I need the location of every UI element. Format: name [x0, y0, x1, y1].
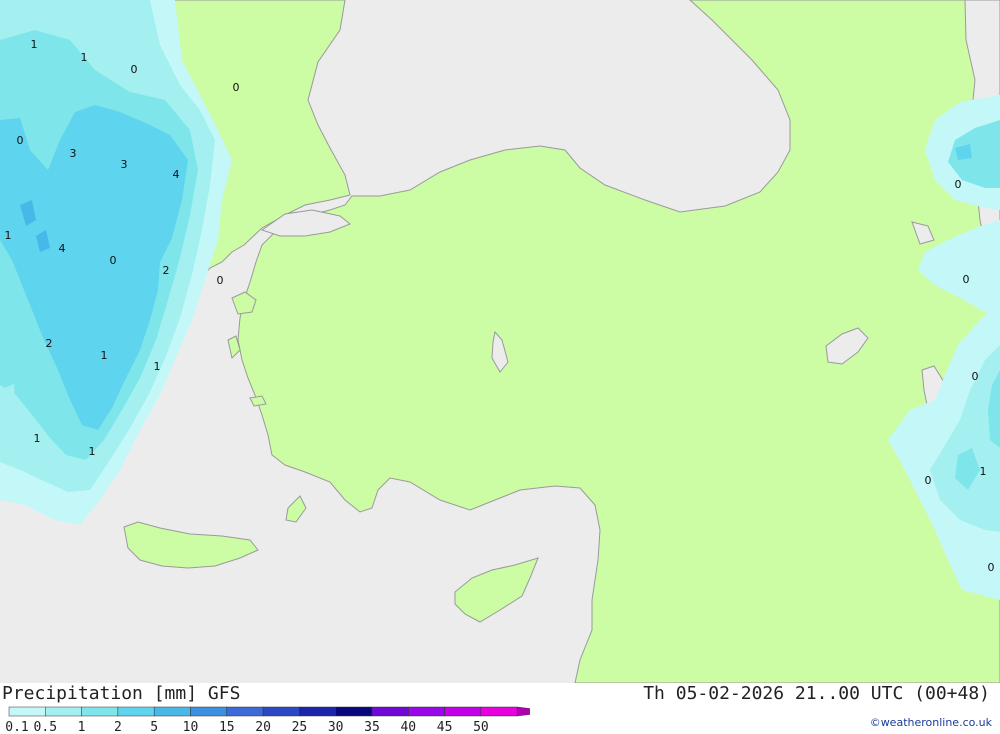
legend-label: 50: [473, 720, 489, 734]
contour-label: 1: [31, 38, 38, 51]
legend-swatch: [81, 706, 119, 717]
map-valid-time: Th 05-02-2026 21..00 UTC (00+48): [643, 683, 990, 704]
legend-label: 1: [78, 720, 86, 734]
legend-swatch: [335, 706, 373, 717]
contour-label: 1: [34, 432, 41, 445]
legend-swatch: [226, 706, 264, 717]
legend-swatch: [480, 706, 518, 717]
legend-swatch: [262, 706, 300, 717]
contour-label: 1: [89, 445, 96, 458]
contour-label: 0: [233, 81, 240, 94]
contour-label: 0: [955, 178, 962, 191]
legend-label: 45: [437, 720, 453, 734]
contour-label: 0: [110, 254, 117, 267]
legend-label: 5: [150, 720, 158, 734]
legend-label: 2: [114, 720, 122, 734]
copyright-text: ©weatheronline.co.uk: [869, 716, 992, 729]
contour-label: 3: [70, 147, 77, 160]
contour-label: 2: [163, 264, 170, 277]
color-legend: 0.1 0.5 1 2 5 10 15 20 25 30 35 40 45 50: [5, 706, 530, 734]
contour-label: 0: [972, 370, 979, 383]
legend-swatch: [8, 706, 46, 717]
legend-swatch: [45, 706, 82, 717]
contour-label: 0: [131, 63, 138, 76]
legend-swatch: [117, 706, 155, 717]
contour-label: 4: [59, 242, 66, 255]
legend-swatch: [153, 706, 191, 717]
legend-swatch: [299, 706, 336, 717]
legend-swatch: [408, 706, 445, 717]
legend-swatch: [190, 706, 228, 717]
legend-swatch: [371, 706, 409, 717]
contour-label: 1: [980, 465, 987, 478]
legend-swatches: [8, 706, 530, 717]
legend-arrow: [516, 706, 530, 717]
contour-label: 0: [963, 273, 970, 286]
legend-label: 25: [292, 720, 308, 734]
precipitation-map: 1 1 0 0 0 3 3 4 1 4 0 2 0 2 1 1 1 1 0 0 …: [0, 0, 1000, 683]
contour-label: 1: [5, 229, 12, 242]
contour-label: 0: [17, 134, 24, 147]
legend-label: 0.5: [34, 720, 57, 734]
contour-label: 1: [81, 51, 88, 64]
contour-label: 4: [173, 168, 180, 181]
legend-swatch: [444, 706, 482, 717]
contour-label: 0: [217, 274, 224, 287]
contour-label: 1: [154, 360, 161, 373]
contour-label: 0: [925, 474, 932, 487]
legend-label: 35: [364, 720, 380, 734]
contour-label: 1: [101, 349, 108, 362]
legend-label: 40: [400, 720, 416, 734]
contour-label: 2: [46, 337, 53, 350]
legend-label: 15: [219, 720, 235, 734]
legend-label: 10: [183, 720, 199, 734]
footer-panel: Precipitation [mm] GFS Th 05-02-2026 21.…: [0, 683, 1000, 734]
contour-label: 3: [121, 158, 128, 171]
legend-label: 30: [328, 720, 344, 734]
legend-label: 0.1: [5, 720, 28, 734]
legend-label: 20: [255, 720, 271, 734]
contour-label: 0: [988, 561, 995, 574]
map-title: Precipitation [mm] GFS: [2, 683, 241, 704]
legend-labels: 0.1 0.5 1 2 5 10 15 20 25 30 35 40 45 50: [5, 720, 488, 734]
